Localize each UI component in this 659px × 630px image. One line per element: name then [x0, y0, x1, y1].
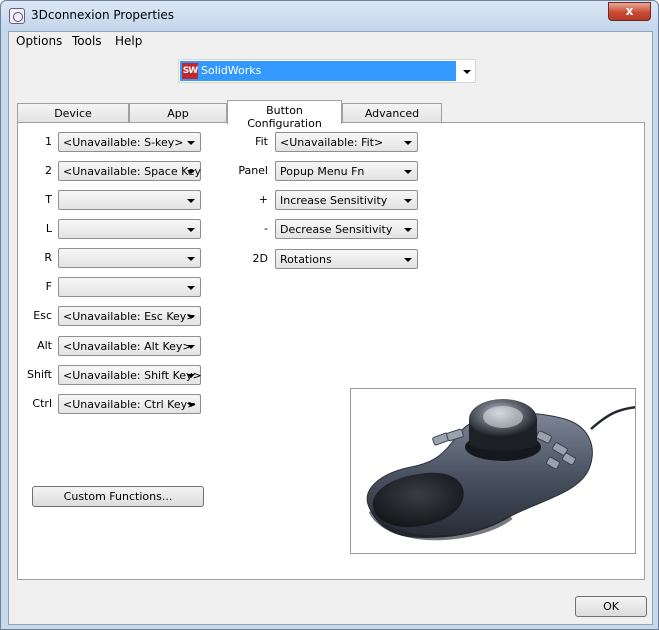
- button-2-value: <Unavailable: Space Key: [63, 165, 202, 178]
- window-title: 3Dconnexion Properties: [31, 8, 175, 22]
- spacemouse-device-image: [350, 388, 636, 554]
- button-label-2: 2: [45, 164, 52, 177]
- chevron-down-icon: [187, 170, 195, 174]
- menu-help[interactable]: Help: [115, 34, 142, 48]
- button-f-select[interactable]: [58, 277, 201, 297]
- button-esc-select[interactable]: <Unavailable: Esc Key>: [58, 306, 201, 326]
- button-esc-value: <Unavailable: Esc Key>: [63, 310, 196, 323]
- button-2d-select[interactable]: Rotations: [275, 249, 418, 269]
- close-button[interactable]: x: [608, 2, 651, 21]
- button-label-l: L: [45, 222, 52, 235]
- button-alt-select[interactable]: <Unavailable: Alt Key>: [58, 336, 201, 356]
- chevron-down-icon: [187, 286, 195, 290]
- chevron-down-icon: [187, 257, 195, 261]
- menu-options[interactable]: Options: [16, 34, 62, 48]
- application-select[interactable]: SW SolidWorks: [178, 59, 476, 83]
- chevron-down-icon: [187, 374, 195, 378]
- chevron-down-icon: [404, 228, 412, 232]
- button-label-2d: 2D: [252, 252, 268, 265]
- button-l-select[interactable]: [58, 219, 201, 239]
- properties-window: 3Dconnexion Properties x Options Tools H…: [0, 0, 659, 630]
- button-label-t: T: [45, 193, 52, 206]
- button-t-select[interactable]: [58, 190, 201, 210]
- button-label-minus: -: [264, 222, 268, 235]
- button-panel-value: Popup Menu Fn: [280, 165, 365, 178]
- button-fit-select[interactable]: <Unavailable: Fit>: [275, 132, 418, 152]
- tab-advanced-settings[interactable]: Advanced Settings: [342, 103, 442, 133]
- button-fit-value: <Unavailable: Fit>: [280, 136, 384, 149]
- spacemouse-illustration: [366, 399, 635, 541]
- title-bar[interactable]: 3Dconnexion Properties x: [1, 1, 658, 31]
- chevron-down-icon: [404, 141, 412, 145]
- chevron-down-icon: [187, 403, 195, 407]
- button-plus-value: Increase Sensitivity: [280, 194, 388, 207]
- chevron-down-icon: [187, 228, 195, 232]
- button-shift-select[interactable]: <Unavailable: Shift Key>: [58, 365, 202, 385]
- ok-button[interactable]: OK: [575, 596, 647, 617]
- chevron-down-icon: [187, 315, 195, 319]
- tab-device-configuration[interactable]: Device Configuration: [17, 103, 129, 133]
- application-select-value: SolidWorks: [201, 64, 262, 77]
- menu-bar: Options Tools Help: [9, 32, 652, 51]
- tab-app-configuration[interactable]: App Configuration: [129, 103, 227, 133]
- chevron-down-icon: [404, 170, 412, 174]
- button-label-f: F: [45, 280, 52, 293]
- button-ctrl-value: <Unavailable: Ctrl Key>: [63, 398, 197, 411]
- chevron-down-icon[interactable]: [463, 70, 471, 74]
- solidworks-logo-icon: SW: [182, 63, 198, 79]
- chevron-down-icon: [404, 258, 412, 262]
- menu-tools[interactable]: Tools: [72, 34, 102, 48]
- client-area: Options Tools Help SW SolidWorks Device …: [8, 31, 653, 625]
- button-plus-select[interactable]: Increase Sensitivity: [275, 190, 418, 210]
- button-label-alt: Alt: [37, 339, 52, 352]
- button-2-select[interactable]: <Unavailable: Space Key: [58, 161, 201, 181]
- button-label-shift: Shift: [26, 368, 52, 381]
- button-label-panel: Panel: [238, 164, 268, 177]
- button-label-esc: Esc: [33, 309, 52, 322]
- button-label-plus: +: [258, 193, 268, 206]
- button-minus-value: Decrease Sensitivity: [280, 223, 393, 236]
- button-2d-value: Rotations: [280, 253, 332, 266]
- chevron-down-icon: [187, 199, 195, 203]
- button-label-fit: Fit: [255, 135, 268, 148]
- button-alt-value: <Unavailable: Alt Key>: [63, 340, 192, 353]
- button-panel-select[interactable]: Popup Menu Fn: [275, 161, 418, 181]
- button-label-r: R: [44, 251, 52, 264]
- tab-button-configuration[interactable]: Button Configuration: [227, 100, 342, 130]
- custom-functions-button[interactable]: Custom Functions...: [32, 486, 204, 507]
- button-label-ctrl: Ctrl: [32, 397, 52, 410]
- button-label-1: 1: [45, 135, 52, 148]
- chevron-down-icon: [404, 199, 412, 203]
- button-r-select[interactable]: [58, 248, 201, 268]
- chevron-down-icon: [187, 345, 195, 349]
- button-1-select[interactable]: <Unavailable: S-key>: [58, 132, 201, 152]
- chevron-down-icon: [187, 141, 195, 145]
- button-1-value: <Unavailable: S-key>: [63, 136, 184, 149]
- button-ctrl-select[interactable]: <Unavailable: Ctrl Key>: [58, 394, 201, 414]
- button-configuration-panel: 1 <Unavailable: S-key> 2 <Unavailable: S…: [17, 122, 645, 580]
- button-shift-value: <Unavailable: Shift Key>: [63, 369, 202, 382]
- button-minus-select[interactable]: Decrease Sensitivity: [275, 219, 418, 239]
- application-select-highlight: SW SolidWorks: [180, 61, 456, 81]
- app-icon: [9, 8, 25, 24]
